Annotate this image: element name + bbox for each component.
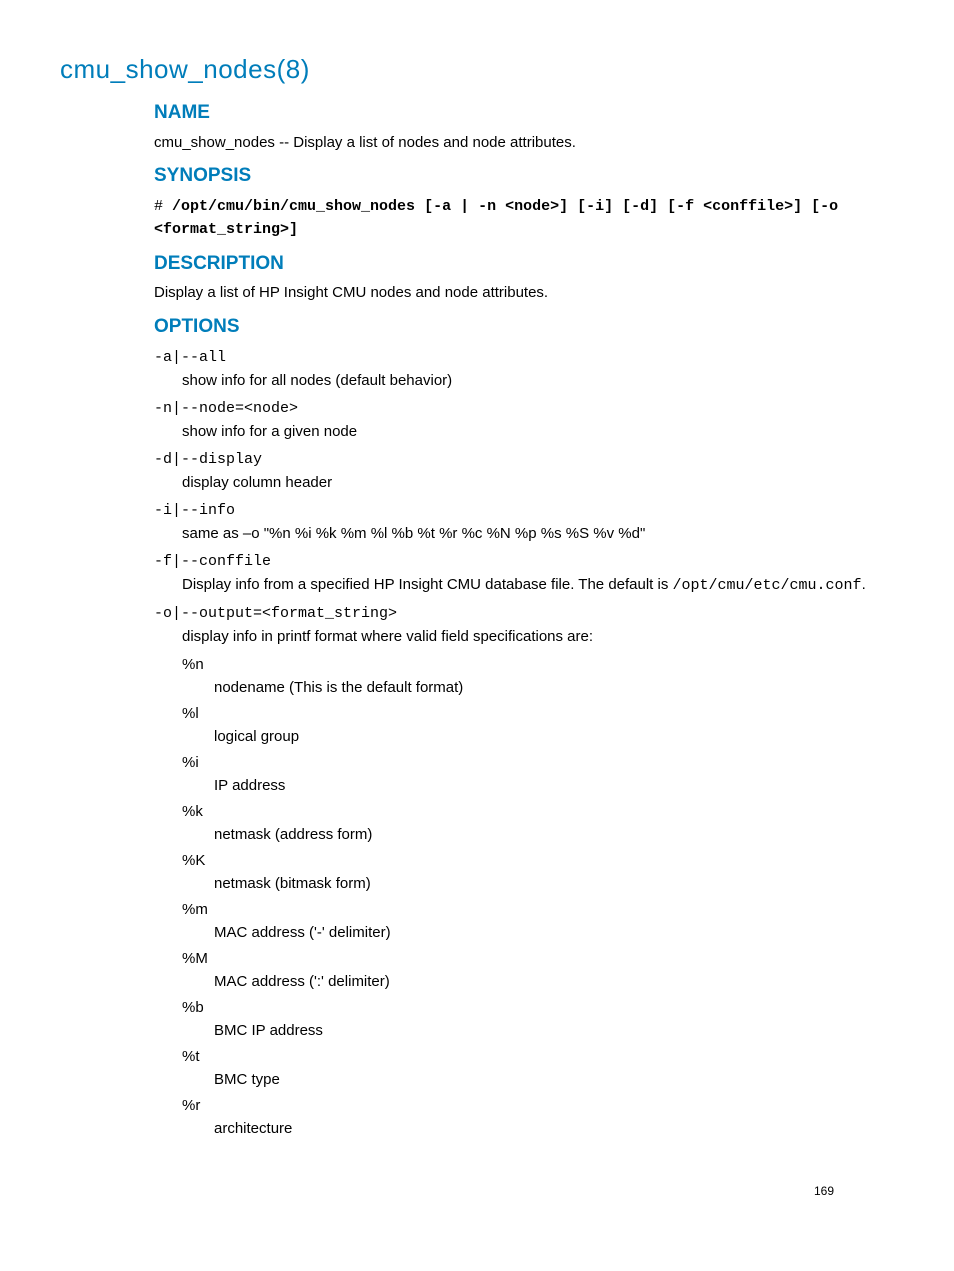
conffile-desc-pre: Display info from a specified HP Insight… <box>182 576 673 593</box>
synopsis-heading: SYNOPSIS <box>154 162 894 191</box>
format-spec-code: %M <box>182 948 894 971</box>
format-spec-code: %r <box>182 1095 894 1118</box>
format-spec-desc: architecture <box>214 1118 894 1141</box>
format-spec-desc: logical group <box>214 726 894 749</box>
synopsis-text: # /opt/cmu/bin/cmu_show_nodes [-a | -n <… <box>154 195 894 242</box>
option-flag: -i|--info <box>154 500 894 523</box>
format-spec-code: %b <box>182 997 894 1020</box>
format-spec-desc: MAC address (':' delimiter) <box>214 971 894 994</box>
format-spec-code: %t <box>182 1046 894 1069</box>
options-list: -a|--allshow info for all nodes (default… <box>154 347 894 545</box>
option-desc: show info for all nodes (default behavio… <box>182 370 894 393</box>
synopsis-cmd: /opt/cmu/bin/cmu_show_nodes <box>172 198 415 215</box>
format-spec-code: %n <box>182 654 894 677</box>
format-specs-list: %nnodename (This is the default format)%… <box>182 654 894 1140</box>
format-spec-desc: BMC type <box>214 1069 894 1092</box>
page-title: cmu_show_nodes(8) <box>60 50 894 89</box>
format-spec-desc: BMC IP address <box>214 1020 894 1043</box>
description-text: Display a list of HP Insight CMU nodes a… <box>154 282 894 305</box>
description-heading: DESCRIPTION <box>154 250 894 279</box>
option-flag: -n|--node=<node> <box>154 398 894 421</box>
name-text: cmu_show_nodes -- Display a list of node… <box>154 132 894 155</box>
conffile-desc-post: . <box>862 576 866 593</box>
option-desc: same as –o "%n %i %k %m %l %b %t %r %c %… <box>182 523 894 546</box>
format-spec-code: %i <box>182 752 894 775</box>
option-flag: -d|--display <box>154 449 894 472</box>
format-spec-desc: MAC address ('-' delimiter) <box>214 922 894 945</box>
format-spec-desc: nodename (This is the default format) <box>214 677 894 700</box>
synopsis-prefix: # <box>154 198 172 215</box>
option-flag-output: -o|--output=<format_string> <box>154 603 894 626</box>
option-desc: display column header <box>182 472 894 495</box>
name-heading: NAME <box>154 99 894 128</box>
format-spec-desc: netmask (bitmask form) <box>214 873 894 896</box>
option-desc-conffile: Display info from a specified HP Insight… <box>182 574 894 598</box>
format-spec-code: %K <box>182 850 894 873</box>
format-spec-desc: netmask (address form) <box>214 824 894 847</box>
format-spec-desc: IP address <box>214 775 894 798</box>
option-desc-output: display info in printf format where vali… <box>182 626 894 649</box>
option-flag-conffile: -f|--conffile <box>154 551 894 574</box>
option-desc: show info for a given node <box>182 421 894 444</box>
format-spec-code: %m <box>182 899 894 922</box>
format-spec-code: %k <box>182 801 894 824</box>
format-spec-code: %l <box>182 703 894 726</box>
conffile-path: /opt/cmu/etc/cmu.conf <box>673 577 862 594</box>
page-number: 169 <box>814 1182 834 1200</box>
option-flag: -a|--all <box>154 347 894 370</box>
options-heading: OPTIONS <box>154 313 894 342</box>
